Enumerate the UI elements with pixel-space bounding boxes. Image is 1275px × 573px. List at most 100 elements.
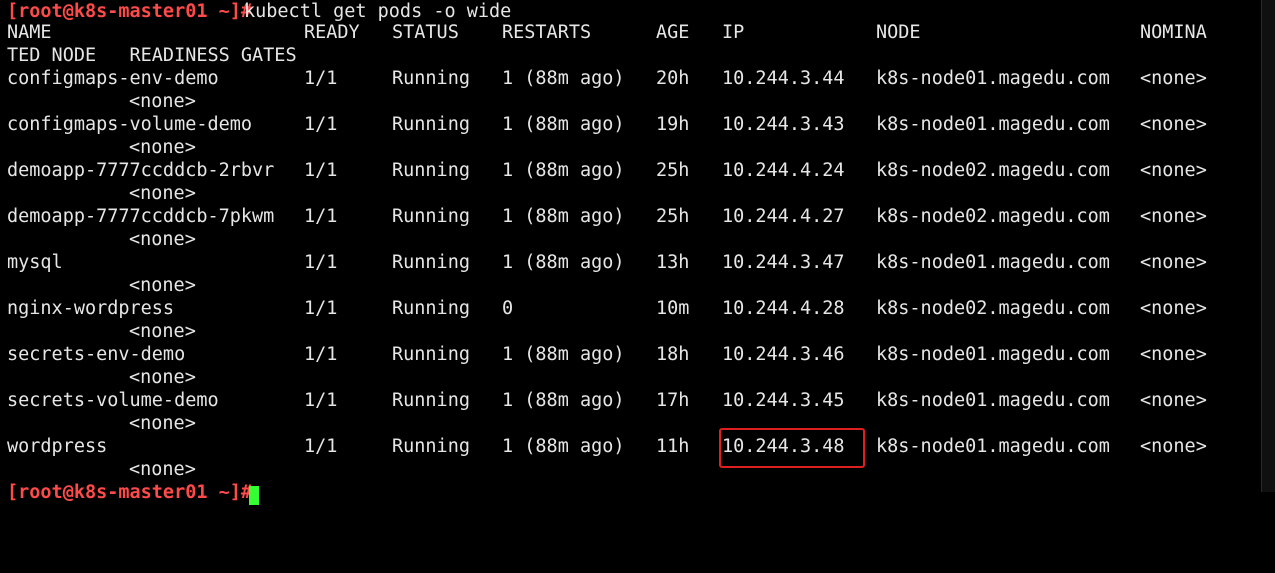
pod-node: k8s-node02.magedu.com [876, 298, 1110, 319]
pod-name: demoapp-7777ccddcb-7pkwm [7, 206, 275, 227]
pod-restarts: 1 (88m ago) [502, 344, 625, 365]
pod-restarts: 1 (88m ago) [502, 390, 625, 411]
pod-readiness-gates: <none> [129, 91, 196, 112]
pod-nominated-node: <none> [1140, 68, 1207, 89]
pod-nominated-node: <none> [1140, 252, 1207, 273]
pod-status: Running [392, 114, 470, 135]
pod-ready: 1/1 [304, 436, 338, 457]
pod-age: 18h [656, 344, 690, 365]
pod-ready: 1/1 [304, 298, 338, 319]
pod-node: k8s-node02.magedu.com [876, 160, 1110, 181]
terminal-window[interactable]: [root@k8s-master01 ~]# kubectl get pods … [0, 0, 1262, 505]
pod-ready: 1/1 [304, 252, 338, 273]
col-header-ready: READY [304, 22, 360, 43]
pod-ready: 1/1 [304, 68, 338, 89]
pod-ready: 1/1 [304, 114, 338, 135]
pod-ready: 1/1 [304, 206, 338, 227]
pod-node: k8s-node01.magedu.com [876, 390, 1110, 411]
pod-restarts: 1 (88m ago) [502, 114, 625, 135]
pod-restarts: 1 (88m ago) [502, 68, 625, 89]
pod-nominated-node: <none> [1140, 206, 1207, 227]
pod-name: configmaps-volume-demo [7, 114, 253, 135]
pod-age: 13h [656, 252, 690, 273]
final-shell-prompt: [root@k8s-master01 ~]# [7, 482, 253, 503]
pod-age: 11h [656, 436, 690, 457]
pod-status: Running [392, 390, 470, 411]
cursor[interactable] [249, 483, 259, 506]
col-header-age: AGE [656, 22, 690, 43]
pod-nominated-node: <none> [1140, 160, 1207, 181]
pod-readiness-gates: <none> [129, 459, 196, 480]
command-text: kubectl get pods -o wide [244, 1, 512, 22]
col-header-restarts: RESTARTS [502, 22, 592, 43]
pod-readiness-gates: <none> [129, 183, 196, 204]
pod-name: demoapp-7777ccddcb-2rbvr [7, 160, 275, 181]
ip-highlight-box [719, 428, 865, 468]
pod-name: configmaps-env-demo [7, 68, 219, 89]
pod-ip: 10.244.4.27 [722, 206, 845, 227]
col-header-status: STATUS [392, 22, 459, 43]
pod-node: k8s-node01.magedu.com [876, 436, 1110, 457]
pod-status: Running [392, 206, 470, 227]
pod-readiness-gates: <none> [129, 321, 196, 342]
pod-ready: 1/1 [304, 390, 338, 411]
pod-restarts: 0 [502, 298, 514, 319]
command-line: [root@k8s-master01 ~]# kubectl get pods … [0, 0, 511, 23]
pod-age: 17h [656, 390, 690, 411]
pod-readiness-gates: <none> [129, 275, 196, 296]
pod-name: wordpress [7, 436, 108, 457]
pod-restarts: 1 (88m ago) [502, 252, 625, 273]
pod-age: 19h [656, 114, 690, 135]
pod-node: k8s-node01.magedu.com [876, 252, 1110, 273]
pod-status: Running [392, 298, 470, 319]
col-header-readiness: TED NODE READINESS GATES [7, 45, 297, 66]
pod-name: secrets-volume-demo [7, 390, 219, 411]
pod-status: Running [392, 160, 470, 181]
pod-ip: 10.244.3.43 [722, 114, 845, 135]
pod-readiness-gates: <none> [129, 413, 196, 434]
pod-node: k8s-node01.magedu.com [876, 68, 1110, 89]
pod-ip: 10.244.3.44 [722, 68, 845, 89]
pod-restarts: 1 (88m ago) [502, 160, 625, 181]
pod-name: nginx-wordpress [7, 298, 175, 319]
pod-readiness-gates: <none> [129, 137, 196, 158]
col-header-ip: IP [722, 22, 745, 43]
table-header-wrapped: TED NODE READINESS GATES [0, 44, 297, 67]
pod-ready: 1/1 [304, 160, 338, 181]
pod-nominated-node: <none> [1140, 390, 1207, 411]
pod-age: 25h [656, 160, 690, 181]
final-prompt-line: [root@k8s-master01 ~]# [0, 481, 259, 505]
pod-status: Running [392, 436, 470, 457]
pod-age: 25h [656, 206, 690, 227]
pod-name: mysql [7, 252, 63, 273]
pod-status: Running [392, 68, 470, 89]
col-header-name: NAME [7, 22, 52, 43]
pod-status: Running [392, 252, 470, 273]
pod-ip: 10.244.3.47 [722, 252, 845, 273]
pod-restarts: 1 (88m ago) [502, 436, 625, 457]
pod-ip: 10.244.4.24 [722, 160, 845, 181]
pod-node: k8s-node01.magedu.com [876, 114, 1110, 135]
pod-ready: 1/1 [304, 344, 338, 365]
shell-prompt: [root@k8s-master01 ~]# [7, 1, 253, 22]
pod-age: 10m [656, 298, 690, 319]
pod-readiness-gates: <none> [129, 367, 196, 388]
col-header-node: NODE [876, 22, 921, 43]
pod-nominated-node: <none> [1140, 298, 1207, 319]
pod-age: 20h [656, 68, 690, 89]
pod-node: k8s-node01.magedu.com [876, 344, 1110, 365]
terminal-scrollbar[interactable] [1261, 0, 1275, 492]
pod-nominated-node: <none> [1140, 436, 1207, 457]
pod-status: Running [392, 344, 470, 365]
pod-node: k8s-node02.magedu.com [876, 206, 1110, 227]
pod-ip: 10.244.4.28 [722, 298, 845, 319]
col-header-nominated: NOMINA [1140, 22, 1207, 43]
pod-ip: 10.244.3.46 [722, 344, 845, 365]
pod-readiness-gates: <none> [129, 229, 196, 250]
pod-nominated-node: <none> [1140, 114, 1207, 135]
pod-restarts: 1 (88m ago) [502, 206, 625, 227]
pod-ip: 10.244.3.45 [722, 390, 845, 411]
table-header: NAME READY STATUS RESTARTS AGE IP NODE N… [0, 21, 1207, 44]
pod-nominated-node: <none> [1140, 344, 1207, 365]
pod-name: secrets-env-demo [7, 344, 186, 365]
